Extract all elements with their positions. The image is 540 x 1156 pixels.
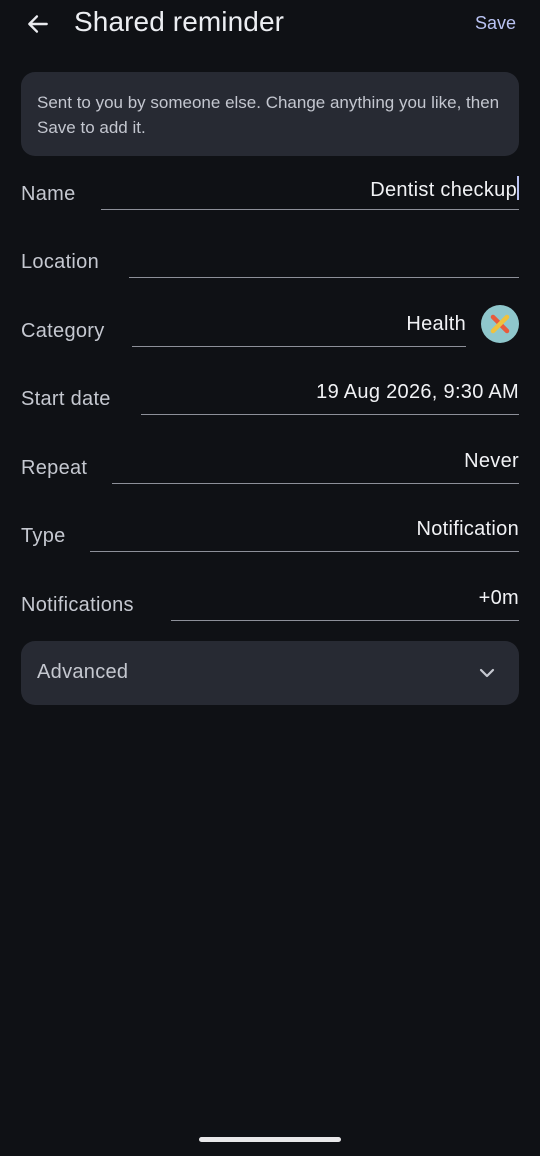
category-cross-icon	[490, 314, 510, 334]
type-select[interactable]: Notification	[90, 512, 519, 552]
type-label: Type	[21, 525, 66, 547]
info-banner-text: Sent to you by someone else. Change anyt…	[37, 93, 500, 137]
back-button[interactable]	[22, 8, 54, 40]
name-value: Dentist checkup	[370, 179, 517, 201]
category-value: Health	[406, 313, 466, 335]
start-date-field: Start date 19 Aug 2026, 9:30 AM	[21, 371, 519, 415]
app-bar: Shared reminder Save	[0, 0, 540, 48]
info-banner: Sent to you by someone else. Change anyt…	[21, 72, 519, 156]
type-field: Type Notification	[21, 508, 519, 552]
location-field: Location	[21, 234, 519, 278]
category-color-icon[interactable]	[481, 305, 519, 343]
repeat-label: Repeat	[21, 457, 88, 479]
advanced-section[interactable]: Advanced	[21, 641, 519, 705]
home-indicator[interactable]	[199, 1137, 341, 1142]
repeat-value: Never	[464, 450, 519, 472]
save-button[interactable]: Save	[475, 13, 516, 34]
category-field: Category Health	[21, 303, 519, 347]
location-input[interactable]	[129, 238, 519, 278]
type-value: Notification	[416, 518, 519, 540]
category-label: Category	[21, 320, 105, 342]
name-field: Name Dentist checkup	[21, 166, 519, 210]
advanced-label: Advanced	[37, 661, 129, 683]
repeat-field: Repeat Never	[21, 440, 519, 484]
page-title: Shared reminder	[74, 6, 285, 37]
location-label: Location	[21, 251, 100, 273]
start-date-label: Start date	[21, 388, 111, 410]
repeat-select[interactable]: Never	[112, 444, 519, 484]
notifications-label: Notifications	[21, 594, 134, 616]
name-input[interactable]: Dentist checkup	[101, 170, 519, 210]
notifications-value: +0m	[478, 587, 519, 609]
name-label: Name	[21, 183, 76, 205]
notifications-field: Notifications +0m	[21, 577, 519, 621]
arrow-left-icon	[28, 15, 48, 33]
category-select[interactable]: Health	[132, 307, 466, 347]
text-cursor	[517, 176, 519, 200]
notifications-input[interactable]: +0m	[171, 581, 519, 621]
start-date-value: 19 Aug 2026, 9:30 AM	[316, 381, 519, 403]
start-date-input[interactable]: 19 Aug 2026, 9:30 AM	[141, 375, 519, 415]
chevron-down-icon	[479, 668, 495, 678]
